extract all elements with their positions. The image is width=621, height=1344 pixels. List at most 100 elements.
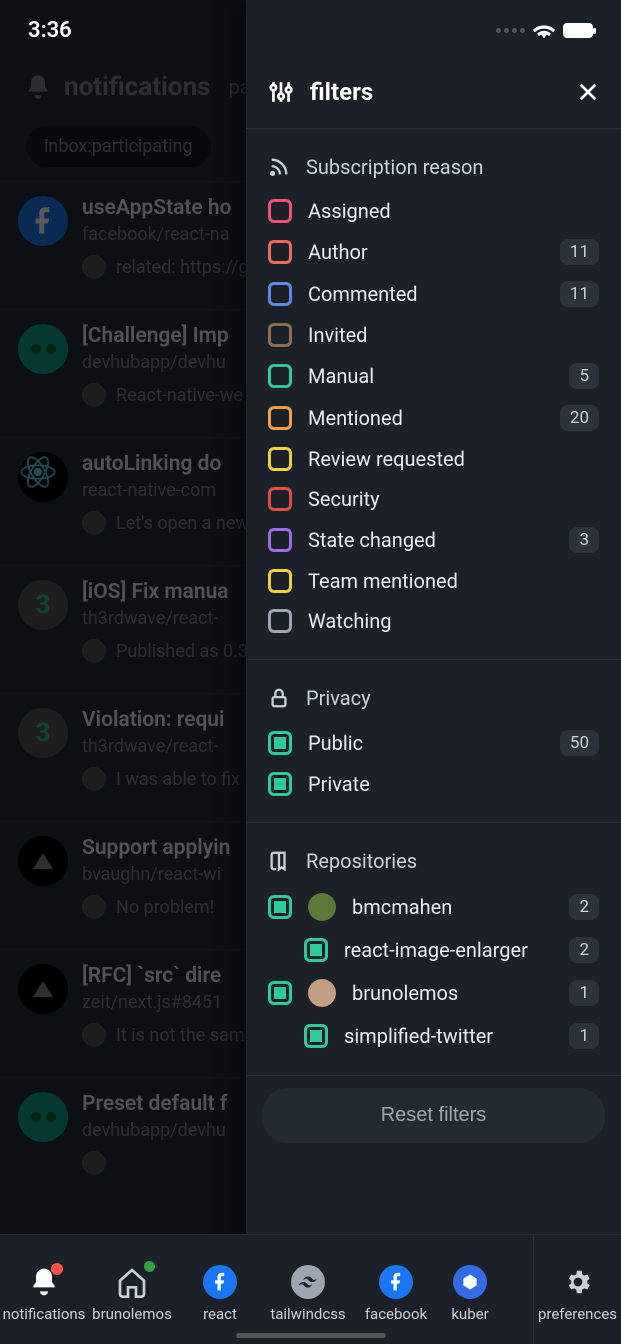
section-header-repositories: Repositories <box>246 837 621 885</box>
checkbox[interactable] <box>268 406 292 430</box>
tab-preferences[interactable]: preferences <box>533 1235 621 1344</box>
tab-react[interactable]: react <box>176 1235 264 1344</box>
filter-row[interactable]: react-image-enlarger 2 <box>246 929 621 971</box>
checkbox[interactable] <box>268 199 292 223</box>
filter-label: Manual <box>308 364 553 388</box>
filter-row[interactable]: Mentioned 20 <box>246 397 621 439</box>
count-badge: 2 <box>569 937 599 963</box>
filter-label: react-image-enlarger <box>344 938 553 962</box>
filter-row[interactable]: bmcmahen 2 <box>246 885 621 929</box>
filter-label: Author <box>308 240 544 264</box>
notification-avatar <box>18 964 68 1014</box>
section-header-subscription: Subscription reason <box>246 143 621 191</box>
filter-row[interactable]: Author 11 <box>246 231 621 273</box>
filter-label: brunolemos <box>352 981 553 1005</box>
count-badge: 1 <box>569 980 599 1006</box>
tab-kuber[interactable]: kuber <box>440 1235 500 1344</box>
filter-row[interactable]: Private <box>246 764 621 804</box>
filter-label: Public <box>308 731 544 755</box>
section-header-privacy: Privacy <box>246 674 621 722</box>
tailwind-icon <box>291 1265 325 1299</box>
checkbox[interactable] <box>268 487 292 511</box>
notification-avatar <box>18 836 68 886</box>
home-indicator <box>236 1333 386 1338</box>
filter-label: Team mentioned <box>308 569 599 593</box>
signal-icon <box>496 28 525 33</box>
close-icon <box>577 81 599 103</box>
filter-label: Private <box>308 772 599 796</box>
drawer-content[interactable]: Subscription reason Assigned Author 11 C… <box>246 129 621 1344</box>
count-badge: 20 <box>560 405 599 431</box>
tab-label: kuber <box>451 1305 488 1323</box>
gear-icon <box>561 1265 595 1299</box>
checkbox[interactable] <box>268 609 292 633</box>
comment-avatar <box>82 1151 106 1175</box>
filter-label: Review requested <box>308 447 599 471</box>
filter-row[interactable]: brunolemos 1 <box>246 971 621 1015</box>
count-badge: 11 <box>560 281 599 307</box>
checkbox[interactable] <box>268 323 292 347</box>
facebook-icon <box>379 1265 413 1299</box>
tab-notifications[interactable]: notifications <box>0 1235 88 1344</box>
tab-label: brunolemos <box>92 1305 172 1323</box>
filter-row[interactable]: simplified-twitter 1 <box>246 1015 621 1057</box>
filter-row[interactable]: Manual 5 <box>246 355 621 397</box>
filter-chip[interactable]: inbox:participating <box>26 126 211 167</box>
tab-facebook[interactable]: facebook <box>352 1235 440 1344</box>
filter-row[interactable]: Review requested <box>246 439 621 479</box>
notification-avatar: 3 <box>18 580 68 630</box>
checkbox[interactable] <box>268 364 292 388</box>
filter-row[interactable]: Assigned <box>246 191 621 231</box>
filter-row[interactable]: Security <box>246 479 621 519</box>
home-icon <box>115 1265 149 1299</box>
checkbox[interactable] <box>268 528 292 552</box>
bottom-tab-bar: notifications brunolemosreacttailwindcss f… <box>0 1234 621 1344</box>
notification-avatar <box>18 1092 68 1142</box>
comment-avatar <box>82 1023 106 1047</box>
bell-icon <box>24 73 52 101</box>
checkbox-checked[interactable] <box>304 938 328 962</box>
count-badge: 1 <box>569 1023 599 1049</box>
comment-avatar <box>82 767 106 791</box>
count-badge: 2 <box>569 894 599 920</box>
lock-icon <box>268 687 290 709</box>
checkbox[interactable] <box>268 447 292 471</box>
comment-avatar <box>82 383 106 407</box>
filter-row[interactable]: Commented 11 <box>246 273 621 315</box>
filter-row[interactable]: Team mentioned <box>246 561 621 601</box>
wifi-icon <box>533 21 555 39</box>
filter-row[interactable]: Watching <box>246 601 621 641</box>
checkbox-checked[interactable] <box>268 772 292 796</box>
battery-icon <box>563 23 593 38</box>
filter-label: Assigned <box>308 199 599 223</box>
filter-row[interactable]: Public 50 <box>246 722 621 764</box>
filter-row[interactable]: State changed 3 <box>246 519 621 561</box>
tab-label: notifications <box>3 1305 86 1323</box>
comment-avatar <box>82 895 106 919</box>
filter-label: bmcmahen <box>352 895 553 919</box>
filter-label: State changed <box>308 528 553 552</box>
section-repositories: Repositories bmcmahen 2 react-image-enla… <box>246 823 621 1076</box>
section-label: Repositories <box>306 849 417 873</box>
filter-label: Invited <box>308 323 599 347</box>
count-badge: 5 <box>569 363 599 389</box>
reset-filters-button[interactable]: Reset filters <box>262 1088 605 1143</box>
filter-label: Mentioned <box>308 406 544 430</box>
checkbox[interactable] <box>268 240 292 264</box>
checkbox[interactable] <box>268 569 292 593</box>
tab-brunolemos[interactable]: brunolemos <box>88 1235 176 1344</box>
kubernetes-icon <box>453 1265 487 1299</box>
checkbox-checked[interactable] <box>268 981 292 1005</box>
close-button[interactable] <box>577 81 599 103</box>
checkbox-checked[interactable] <box>268 731 292 755</box>
checkbox[interactable] <box>268 282 292 306</box>
checkbox-checked[interactable] <box>304 1024 328 1048</box>
section-label: Privacy <box>306 686 371 710</box>
tab-tailwindcss[interactable]: tailwindcss <box>264 1235 352 1344</box>
tab-label: facebook <box>365 1305 427 1323</box>
sliders-icon <box>268 79 294 105</box>
section-label: Subscription reason <box>306 155 483 179</box>
filter-row[interactable]: Invited <box>246 315 621 355</box>
status-time: 3:36 <box>28 18 72 43</box>
checkbox-checked[interactable] <box>268 895 292 919</box>
